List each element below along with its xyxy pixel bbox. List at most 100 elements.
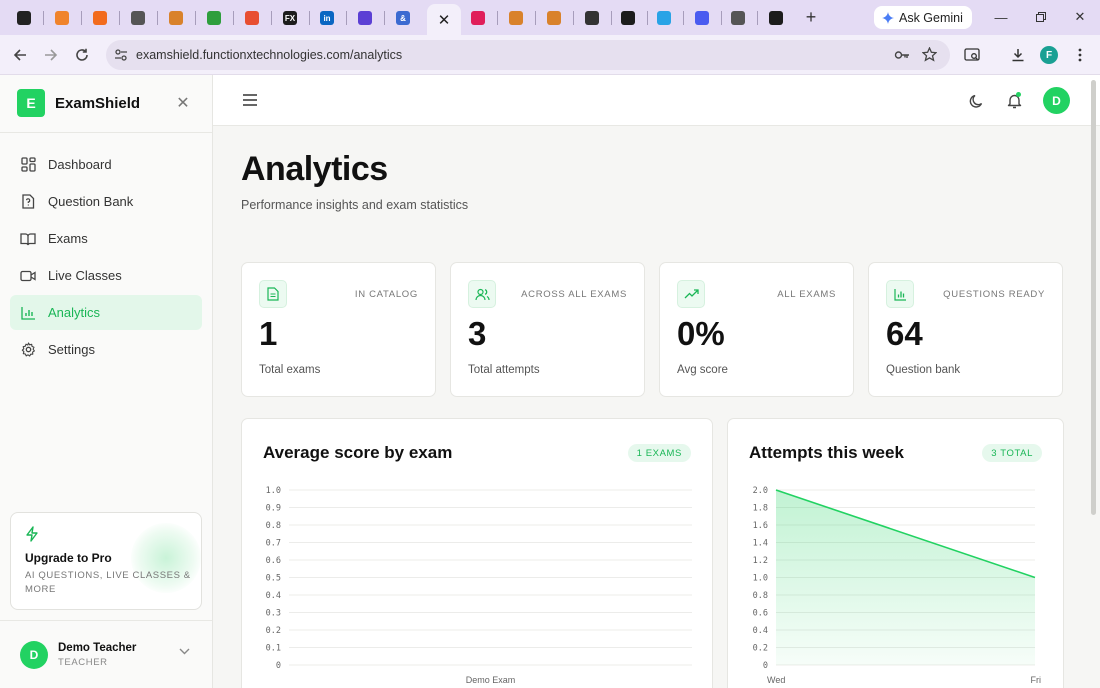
- browser-tab[interactable]: [50, 6, 74, 30]
- close-window-button[interactable]: ✕: [1070, 8, 1090, 26]
- user-menu[interactable]: D Demo Teacher TEACHER: [20, 641, 136, 669]
- tab-separator: [721, 11, 722, 25]
- browser-tab[interactable]: [12, 6, 36, 30]
- y-tick-label: 2.0: [753, 486, 768, 496]
- theme-toggle-button[interactable]: [966, 91, 986, 111]
- reload-button[interactable]: [71, 44, 93, 66]
- upgrade-title: Upgrade to Pro: [25, 551, 112, 565]
- chevron-down-icon[interactable]: [179, 648, 190, 655]
- stat-value: 3: [468, 315, 487, 352]
- y-tick-label: 1.4: [753, 539, 768, 549]
- sidebar-item-live-classes[interactable]: Live Classes: [10, 258, 202, 293]
- downloads-button[interactable]: [1007, 44, 1029, 66]
- sidebar-item-exams[interactable]: Exams: [10, 221, 202, 256]
- close-sidebar-icon[interactable]: ✕: [175, 95, 191, 112]
- puzzle-icon: [769, 11, 783, 25]
- stat-tag: ACROSS ALL EXAMS: [521, 289, 627, 300]
- upgrade-card[interactable]: Upgrade to Pro AI QUESTIONS, LIVE CLASSE…: [10, 512, 202, 610]
- profile-avatar[interactable]: F: [1040, 46, 1058, 64]
- menu-icon[interactable]: [242, 92, 258, 108]
- browser-tab[interactable]: [164, 6, 188, 30]
- globe-icon: [731, 11, 745, 25]
- browser-tab[interactable]: FX: [278, 6, 302, 30]
- password-key-icon[interactable]: [894, 48, 910, 62]
- y-tick-label: 0: [763, 661, 768, 671]
- browser-tab[interactable]: [764, 6, 788, 30]
- sidebar-item-settings[interactable]: Settings: [10, 332, 202, 367]
- browser-tab[interactable]: [580, 6, 604, 30]
- browser-tab[interactable]: [466, 6, 490, 30]
- new-tab-button[interactable]: +: [801, 7, 821, 27]
- browser-tab[interactable]: [542, 6, 566, 30]
- cube-icon: [93, 11, 107, 25]
- tab-search-button[interactable]: [961, 44, 983, 66]
- y-tick-label: 0.8: [753, 591, 768, 601]
- download-icon: [1012, 49, 1024, 62]
- browser-menu-button[interactable]: [1069, 44, 1091, 66]
- bird-icon: [657, 11, 671, 25]
- video-icon: [20, 268, 36, 284]
- arrow-right-icon: [45, 49, 58, 61]
- notifications-button[interactable]: [1004, 91, 1024, 111]
- browser-tab[interactable]: [126, 6, 150, 30]
- restore-button[interactable]: [1031, 8, 1051, 26]
- back-button[interactable]: [9, 44, 31, 66]
- scrollbar[interactable]: [1091, 80, 1096, 515]
- browser-tab[interactable]: [616, 6, 640, 30]
- brand[interactable]: E ExamShield: [17, 89, 140, 117]
- stat-tag: IN CATALOG: [354, 289, 418, 300]
- tab-separator: [611, 11, 612, 25]
- y-tick-label: 0.4: [753, 626, 768, 636]
- stat-value: 64: [886, 315, 923, 352]
- y-tick-label: 1.0: [266, 486, 281, 496]
- orange-square-icon: [55, 11, 69, 25]
- site-settings-icon[interactable]: [114, 48, 128, 62]
- stat-label: Total exams: [259, 364, 321, 376]
- y-tick-label: 0.3: [266, 609, 281, 619]
- browser-tab[interactable]: [726, 6, 750, 30]
- bolt-icon: [26, 526, 38, 542]
- sidebar-item-dashboard[interactable]: Dashboard: [10, 147, 202, 182]
- sidebar-item-analytics[interactable]: Analytics: [10, 295, 202, 330]
- browser-tab[interactable]: [504, 6, 528, 30]
- address-bar[interactable]: examshield.functionxtechnologies.com/ana…: [106, 40, 950, 70]
- browser-tab[interactable]: [88, 6, 112, 30]
- y-tick-label: 0.2: [753, 644, 768, 654]
- minimize-button[interactable]: —: [991, 8, 1011, 26]
- browser-tab[interactable]: [690, 6, 714, 30]
- mail-icon: [358, 11, 372, 25]
- hexagon-icon: [207, 11, 221, 25]
- bookmark-star-icon[interactable]: [922, 47, 937, 62]
- browser-tab[interactable]: [652, 6, 676, 30]
- browser-tab[interactable]: &: [391, 6, 415, 30]
- y-tick-label: 1.6: [753, 521, 768, 531]
- url-text[interactable]: examshield.functionxtechnologies.com/ana…: [136, 48, 402, 62]
- sidebar-item-label: Dashboard: [48, 157, 112, 172]
- upgrade-subtitle: AI QUESTIONS, LIVE CLASSES & MORE: [25, 570, 191, 595]
- stat-label: Avg score: [677, 364, 728, 376]
- avatar[interactable]: D: [1043, 87, 1070, 114]
- y-tick-label: 0.8: [266, 521, 281, 531]
- browser-tab[interactable]: [240, 6, 264, 30]
- browser-tab[interactable]: in: [315, 6, 339, 30]
- forward-button[interactable]: [40, 44, 62, 66]
- git-icon: [245, 11, 259, 25]
- chart-card-avg-score: Average score by exam 1 EXAMS 0 0.1 0.2 0.3…: [241, 418, 713, 688]
- browser-tab[interactable]: [353, 6, 377, 30]
- tab-separator: [573, 11, 574, 25]
- y-tick-label: 0.6: [266, 556, 281, 566]
- sidebar-item-question-bank[interactable]: Question Bank: [10, 184, 202, 219]
- active-tab[interactable]: ✕: [427, 4, 461, 35]
- browser-tab[interactable]: [202, 6, 226, 30]
- ask-gemini-button[interactable]: Ask Gemini: [874, 6, 972, 29]
- close-tab-icon[interactable]: ✕: [438, 11, 451, 29]
- browser-toolbar: examshield.functionxtechnologies.com/ana…: [0, 35, 1100, 75]
- x-tick-label: Fri: [1031, 675, 1042, 685]
- grid-icon: [20, 157, 36, 173]
- gemini-icon: [882, 11, 894, 24]
- y-tick-label: 0: [276, 661, 281, 671]
- browser-tab-bar: FX in & ✕ + Ask Gemini — ✕: [0, 0, 1100, 35]
- y-tick-label: 0.6: [753, 609, 768, 619]
- ask-gemini-label: Ask Gemini: [899, 10, 963, 25]
- bar-chart-icon: [20, 305, 36, 321]
